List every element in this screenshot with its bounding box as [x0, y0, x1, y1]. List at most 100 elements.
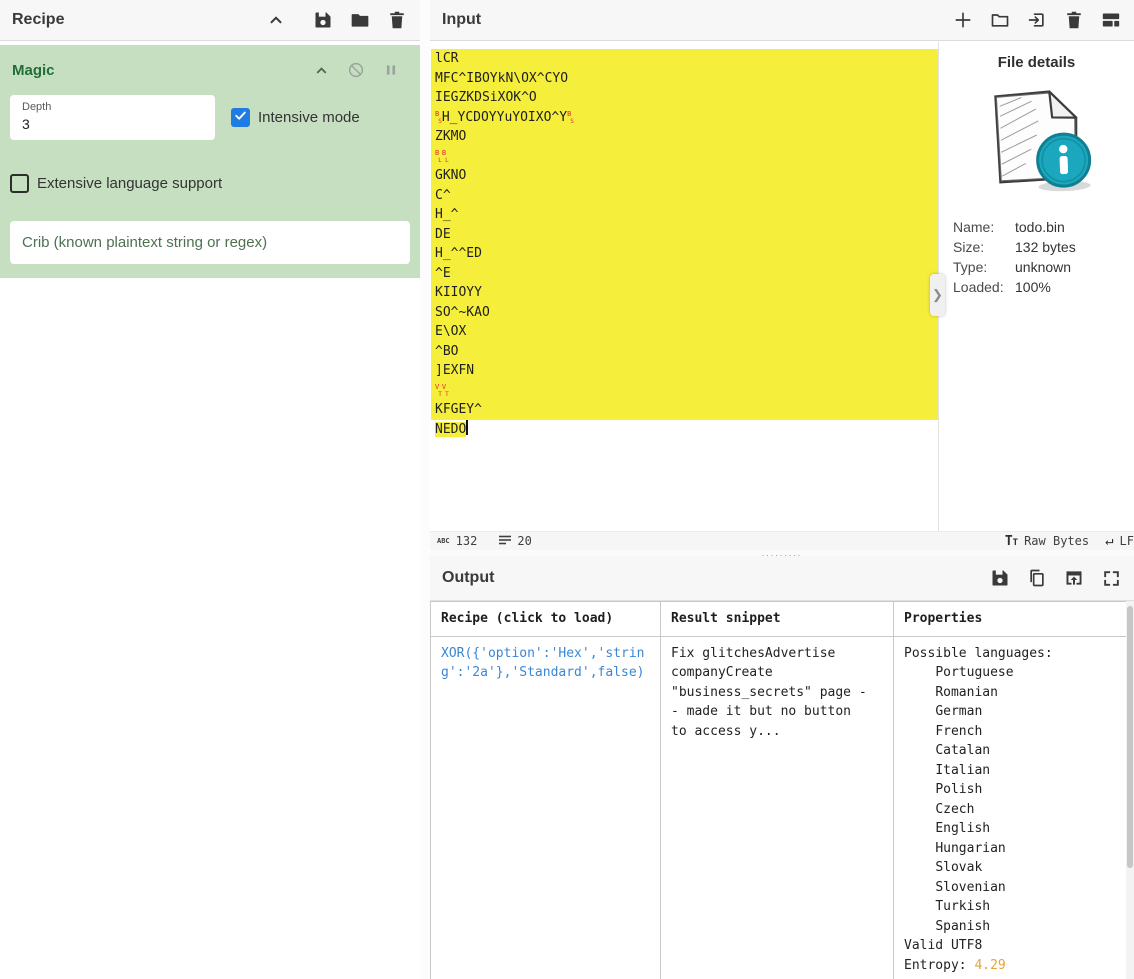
- output-area: Recipe (click to load) Result snippet Pr…: [430, 601, 1134, 979]
- input-line: VTVT: [431, 381, 938, 401]
- clear-recipe-button[interactable]: [386, 9, 408, 31]
- save-recipe-button[interactable]: [312, 9, 334, 31]
- depth-field[interactable]: Depth 3: [10, 95, 215, 140]
- input-line: SO^~KAO: [431, 303, 938, 323]
- fullscreen-icon: [1102, 569, 1121, 588]
- recipe-header: Recipe: [0, 0, 420, 41]
- check-icon: [234, 109, 247, 127]
- line-count: 20: [499, 534, 531, 548]
- input-line: MFC^IBOYkN\OX^CYO: [431, 69, 938, 89]
- input-arrow-icon: [1027, 10, 1047, 30]
- output-title: Output: [442, 569, 494, 587]
- input-line: KIIOYY: [431, 283, 938, 303]
- collapse-file-details-handle[interactable]: ❯: [930, 274, 945, 316]
- input-line: DE: [431, 225, 938, 245]
- text-encoding-icon: TT: [1005, 534, 1018, 549]
- character-encoding-selector[interactable]: TT Raw Bytes: [1005, 534, 1089, 549]
- disable-icon: [347, 61, 365, 79]
- layout-icon: [1101, 11, 1121, 29]
- clear-io-button[interactable]: [1063, 9, 1085, 31]
- reset-layout-button[interactable]: [1100, 9, 1122, 31]
- result-properties: Possible languages: Portuguese Romanian …: [904, 646, 1053, 973]
- control-char-vt: VT: [442, 387, 449, 395]
- crib-input[interactable]: Crib (known plaintext string or regex): [10, 221, 410, 264]
- breakpoint-pause-button[interactable]: [380, 59, 402, 81]
- crib-placeholder: Crib (known plaintext string or regex): [22, 234, 267, 251]
- intensive-mode-checkbox[interactable]: [231, 108, 250, 127]
- input-title: Input: [442, 11, 481, 29]
- return-icon: ↵: [1105, 533, 1113, 549]
- input-line: ^E: [431, 264, 938, 284]
- toggle-args-button[interactable]: [310, 59, 332, 81]
- output-header: Output: [430, 556, 1134, 601]
- file-details-panel: File details: [938, 42, 1134, 531]
- text-cursor: [466, 420, 468, 435]
- input-line: BLBL: [431, 147, 938, 167]
- input-line: E\OX: [431, 322, 938, 342]
- file-details-title: File details: [953, 54, 1120, 71]
- load-recipe-button[interactable]: [349, 9, 371, 31]
- result-snippet: Fix glitchesAdvertise companyCreate "bus…: [671, 646, 867, 739]
- recipe-pane: Recipe: [0, 0, 420, 979]
- control-char-bel: BL: [435, 153, 442, 161]
- char-count: ABC 132: [437, 534, 477, 548]
- trash-icon: [388, 10, 406, 30]
- maximise-output-button[interactable]: [1100, 567, 1122, 589]
- recipe-title: Recipe: [12, 11, 64, 29]
- input-line: H_^: [431, 205, 938, 225]
- eol-selector[interactable]: ↵ LF: [1105, 533, 1134, 549]
- open-in-browser-icon: [1064, 568, 1084, 588]
- file-name-row: Name: todo.bin: [953, 217, 1120, 237]
- input-line: ZKMO: [431, 127, 938, 147]
- extensive-language-checkbox-row[interactable]: Extensive language support: [10, 174, 410, 193]
- column-header-properties: Properties: [894, 602, 1127, 637]
- depth-field-value[interactable]: 3: [22, 116, 203, 132]
- intensive-mode-checkbox-row[interactable]: Intensive mode: [231, 108, 360, 127]
- open-file-input-button[interactable]: [1026, 9, 1048, 31]
- recipe-load-link[interactable]: XOR({'option':'Hex','strin g':'2a'},'Sta…: [441, 646, 645, 681]
- folder-icon: [350, 10, 370, 30]
- extensive-language-checkbox[interactable]: [10, 174, 29, 193]
- file-type-row: Type: unknown: [953, 257, 1120, 277]
- output-scrollbar[interactable]: [1126, 601, 1134, 979]
- folder-open-icon: [990, 10, 1010, 30]
- cyberchef-app: Recipe: [0, 0, 1134, 979]
- disable-operation-button[interactable]: [345, 59, 367, 81]
- input-line: GKNO: [431, 166, 938, 186]
- input-header: Input: [430, 0, 1134, 41]
- add-input-tab-button[interactable]: [952, 9, 974, 31]
- input-line: ^BO: [431, 342, 938, 362]
- input-line: KFGEY^: [431, 400, 938, 420]
- input-line: lCR: [431, 49, 938, 69]
- chevron-up-icon: [267, 11, 285, 29]
- pane-splitter-vertical[interactable]: [420, 0, 430, 979]
- magic-operation-title: Magic: [12, 62, 55, 79]
- save-output-button[interactable]: [989, 567, 1011, 589]
- drag-dots: .........: [762, 552, 803, 555]
- chevron-up-icon: [314, 63, 329, 78]
- io-pane: Input: [430, 0, 1134, 979]
- copy-icon: [1027, 568, 1047, 588]
- input-line: ]EXFN: [431, 361, 938, 381]
- magic-results-table: Recipe (click to load) Result snippet Pr…: [430, 601, 1127, 979]
- control-char-bs: BS: [435, 114, 442, 122]
- input-line: H_^^ED: [431, 244, 938, 264]
- file-loaded-row: Loaded: 100%: [953, 277, 1120, 297]
- depth-field-label: Depth: [22, 101, 203, 113]
- copy-output-button[interactable]: [1026, 567, 1048, 589]
- pause-icon: [384, 63, 398, 77]
- control-char-bs: BS: [567, 114, 574, 122]
- trash-icon: [1065, 10, 1083, 30]
- collapse-recipe-button[interactable]: [265, 9, 287, 31]
- magic-operation[interactable]: Magic: [0, 45, 420, 278]
- open-folder-input-button[interactable]: [989, 9, 1011, 31]
- file-size-row: Size: 132 bytes: [953, 237, 1120, 257]
- output-scrollbar-thumb[interactable]: [1127, 606, 1133, 868]
- input-text[interactable]: lCRMFC^IBOYkN\OX^CYOIEGZKDSiXOK^OBSH_YCD…: [430, 42, 938, 531]
- open-output-new-window-button[interactable]: [1063, 567, 1085, 589]
- entropy-value: 4.29: [974, 958, 1005, 973]
- save-icon: [990, 568, 1010, 588]
- column-header-snippet: Result snippet: [661, 602, 894, 637]
- table-row: XOR({'option':'Hex','strin g':'2a'},'Sta…: [431, 636, 1127, 979]
- column-header-recipe: Recipe (click to load): [431, 602, 661, 637]
